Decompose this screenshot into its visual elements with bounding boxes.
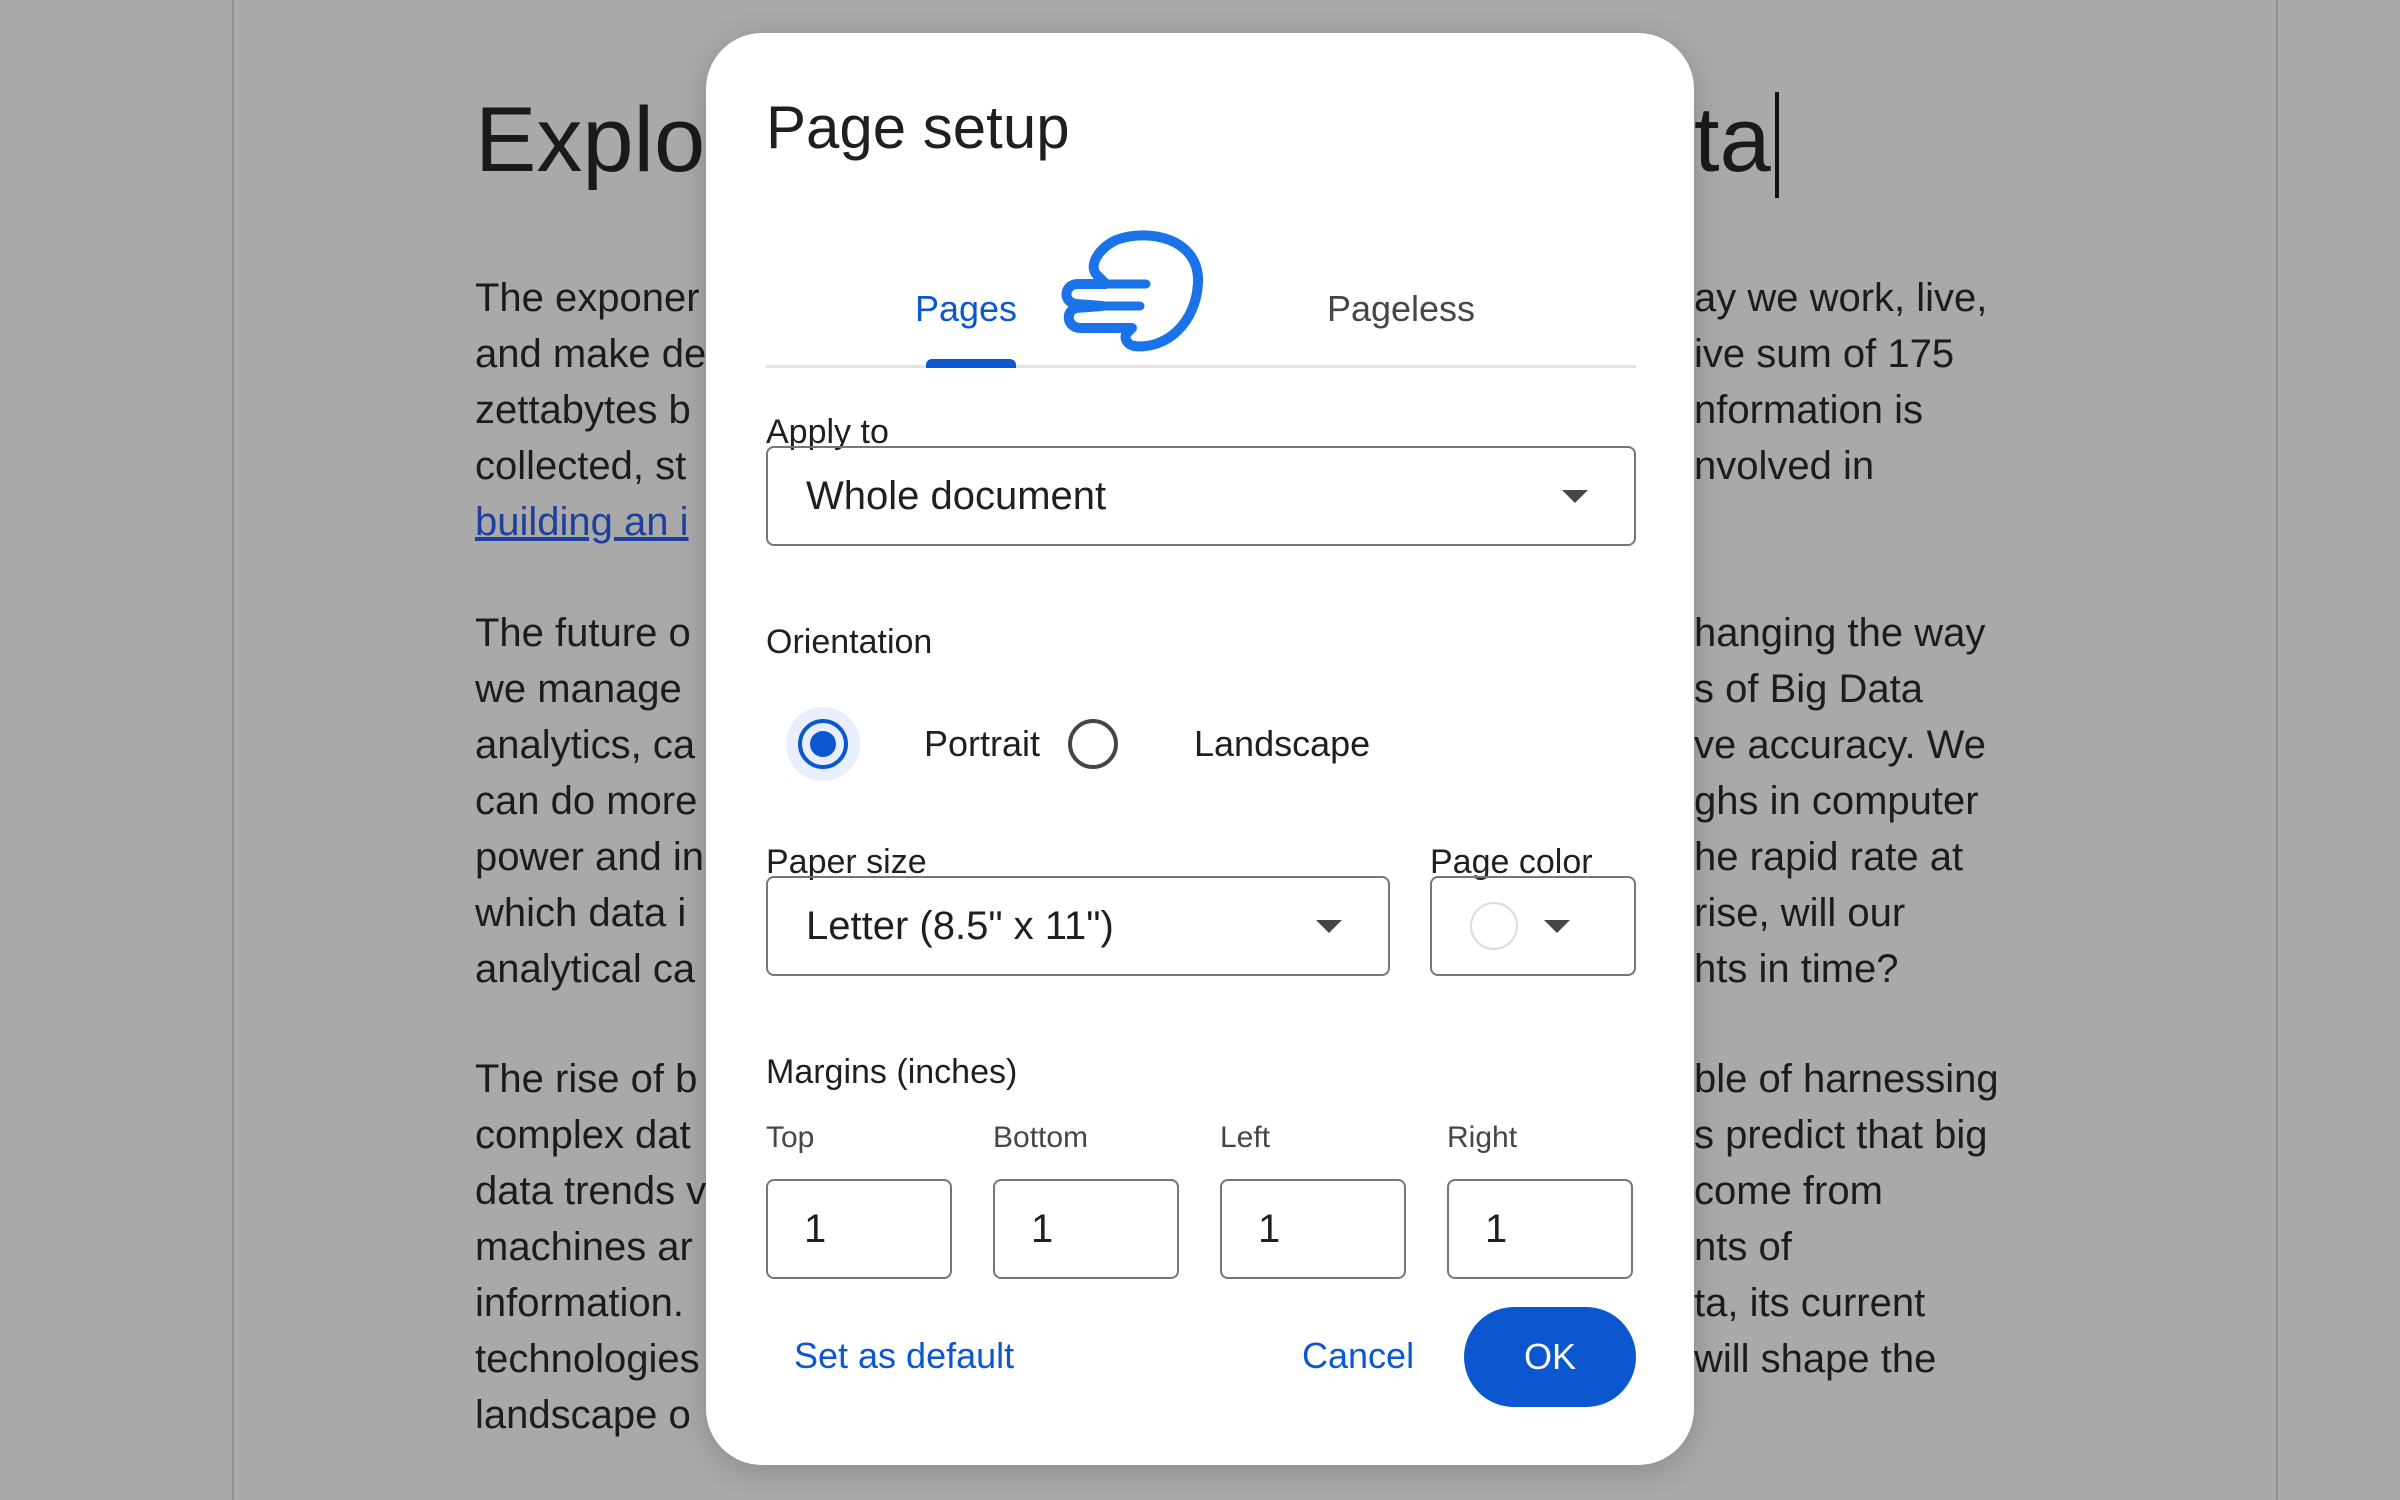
margin-top-input[interactable]: 1 — [766, 1179, 952, 1279]
document-line-right: s predict that big — [1694, 1113, 1988, 1157]
document-line-left: collected, st — [475, 444, 687, 488]
chevron-down-icon — [1544, 919, 1570, 933]
margin-right-label: Right — [1447, 1121, 1518, 1154]
document-line-left: landscape o — [475, 1393, 691, 1437]
document-line-left: data trends v — [475, 1169, 707, 1213]
document-line-right: ta, its current — [1694, 1281, 1926, 1325]
document-line-left: information. — [475, 1281, 684, 1325]
paper-size-value: Letter (8.5" x 11") — [806, 903, 1114, 948]
document-title-right: ta — [1694, 89, 1771, 191]
document-line-left: which data i — [475, 891, 687, 935]
text-cursor — [1775, 92, 1779, 198]
margin-left-input[interactable]: 1 — [1220, 1179, 1406, 1279]
landscape-label: Landscape — [1194, 723, 1371, 764]
document-line-right: come from — [1694, 1169, 1883, 1213]
document-line-left: machines ar — [475, 1225, 693, 1269]
margin-bottom-input[interactable]: 1 — [993, 1179, 1179, 1279]
cancel-button[interactable]: Cancel — [1302, 1335, 1414, 1377]
document-line-right: nformation is — [1694, 388, 1923, 432]
document-line-left: power and in — [475, 835, 705, 879]
margin-top-label: Top — [766, 1121, 815, 1154]
document-line-right: he rapid rate at — [1694, 835, 1964, 879]
paper-size-dropdown[interactable]: Letter (8.5" x 11") — [766, 876, 1390, 976]
active-tab-indicator — [926, 359, 1016, 368]
document-line-left: complex dat — [475, 1113, 691, 1157]
document-line-right: rise, will our — [1694, 891, 1906, 935]
orientation-label: Orientation — [766, 623, 933, 661]
margins-label: Margins (inches) — [766, 1053, 1018, 1091]
document-line-left: The exponer — [475, 276, 700, 320]
margin-right-input[interactable]: 1 — [1447, 1179, 1633, 1279]
margin-left-label: Left — [1220, 1121, 1271, 1154]
document-line-right: hts in time? — [1694, 947, 1899, 991]
document-line-right: ive sum of 175 — [1694, 332, 1955, 376]
portrait-radio[interactable] — [798, 719, 848, 769]
tab-pageless[interactable]: Pageless — [1301, 253, 1501, 365]
document-line-right: ble of harnessing — [1694, 1057, 1999, 1101]
document-line-right: s of Big Data — [1694, 667, 1924, 711]
document-line-left: technologies — [475, 1337, 700, 1381]
document-line-left: The rise of b — [475, 1057, 698, 1101]
document-line-left: analytical ca — [475, 947, 696, 991]
ok-button[interactable]: OK — [1464, 1307, 1636, 1407]
document-line-right: nvolved in — [1694, 444, 1875, 488]
document-line-left: we manage — [475, 667, 682, 711]
document-line-right: hanging the way — [1694, 611, 1986, 655]
page-color-swatch — [1470, 902, 1518, 950]
set-as-default-button[interactable]: Set as default — [794, 1335, 1014, 1377]
document-line-right: will shape the — [1694, 1337, 1937, 1381]
chevron-down-icon — [1316, 919, 1342, 933]
dialog-title: Page setup — [766, 94, 1070, 161]
document-line-left: zettabytes b — [475, 388, 691, 432]
document-title-left: Explo — [475, 89, 706, 191]
document-line-right: ve accuracy. We — [1694, 723, 1986, 767]
landscape-radio[interactable] — [1068, 719, 1118, 769]
tab-pages[interactable]: Pages — [896, 253, 1036, 365]
margin-bottom-label: Bottom — [993, 1121, 1089, 1154]
apply-to-dropdown[interactable]: Whole document — [766, 446, 1636, 546]
hand-pointer-icon — [1061, 230, 1204, 352]
document-line-left: and make de — [475, 332, 707, 376]
document-line-right: ghs in computer — [1694, 779, 1979, 823]
document-line-right: ay we work, live, — [1694, 276, 1988, 320]
document-line-left: analytics, ca — [475, 723, 696, 767]
apply-to-value: Whole document — [806, 473, 1107, 518]
chevron-down-icon — [1562, 489, 1588, 503]
document-line-left: The future o — [475, 611, 691, 655]
document-line-left: can do more — [475, 779, 698, 823]
portrait-label: Portrait — [924, 723, 1041, 764]
document-line-left: building an i — [475, 500, 689, 544]
document-line-right: nts of — [1694, 1225, 1792, 1269]
page-color-dropdown[interactable] — [1430, 876, 1636, 976]
